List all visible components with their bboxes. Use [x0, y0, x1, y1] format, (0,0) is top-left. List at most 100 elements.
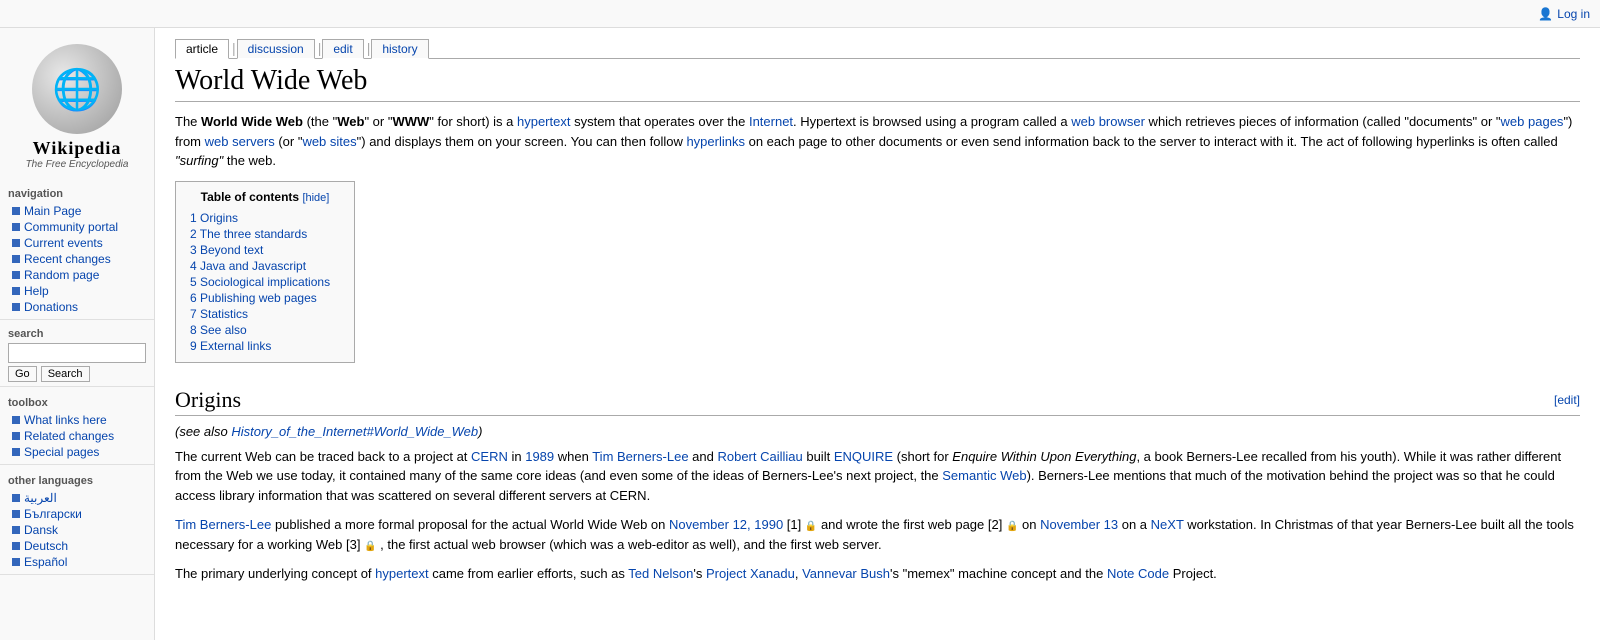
- search-input[interactable]: [8, 343, 146, 363]
- sidebar-item-what-links[interactable]: What links here: [0, 412, 154, 428]
- sidebar-item-german[interactable]: Deutsch: [0, 538, 154, 554]
- sidebar-item-community[interactable]: Community portal: [0, 219, 154, 235]
- special-pages-link[interactable]: Special pages: [24, 445, 99, 459]
- web-pages-link[interactable]: web pages: [1501, 114, 1564, 129]
- toc-item-5[interactable]: 5 Sociological implications: [190, 274, 340, 290]
- wikipedia-subtitle: The Free Encyclopedia: [4, 159, 150, 170]
- toc-title: Table of contents [hide]: [190, 190, 340, 204]
- toc-item-6[interactable]: 6 Publishing web pages: [190, 290, 340, 306]
- semantic-web-link[interactable]: Semantic Web: [942, 468, 1026, 483]
- toc-item-3[interactable]: 3 Beyond text: [190, 242, 340, 258]
- login-button[interactable]: 👤 Log in: [1538, 7, 1590, 21]
- bullet-icon: [12, 494, 20, 502]
- toc-item-4[interactable]: 4 Java and Javascript: [190, 258, 340, 274]
- content-area: article | discussion | edit | history Wo…: [155, 28, 1600, 640]
- table-of-contents: Table of contents [hide] 1 Origins 2 The…: [175, 181, 355, 363]
- nov-13-link[interactable]: November 13: [1040, 517, 1118, 532]
- danish-link[interactable]: Dansk: [24, 523, 58, 537]
- toolbox-section: toolbox What links here Related changes …: [0, 391, 154, 465]
- search-button[interactable]: Search: [41, 366, 90, 382]
- arabic-link[interactable]: العربية: [24, 491, 57, 505]
- cern-link[interactable]: CERN: [471, 449, 508, 464]
- web-servers-link[interactable]: web servers: [205, 134, 275, 149]
- sidebar-item-special-pages[interactable]: Special pages: [0, 444, 154, 460]
- sidebar-item-bulgarian[interactable]: Български: [0, 506, 154, 522]
- sidebar-item-arabic[interactable]: العربية: [0, 490, 154, 506]
- origins-paragraph-3: The primary underlying concept of hypert…: [175, 564, 1580, 584]
- help-link[interactable]: Help: [24, 284, 49, 298]
- recent-changes-link[interactable]: Recent changes: [24, 252, 111, 266]
- toc-item-1[interactable]: 1 Origins: [190, 210, 340, 226]
- nov-12-link[interactable]: November 12, 1990: [669, 517, 783, 532]
- toc-item-9[interactable]: 9 External links: [190, 338, 340, 354]
- note-code-link[interactable]: Note Code: [1107, 566, 1169, 581]
- sidebar-item-related-changes[interactable]: Related changes: [0, 428, 154, 444]
- 1989-link[interactable]: 1989: [525, 449, 554, 464]
- surfing-em: "surfing": [175, 153, 223, 168]
- intro-paragraph: The World Wide Web (the "Web" or "WWW" f…: [175, 112, 1580, 171]
- sidebar-item-current-events[interactable]: Current events: [0, 235, 154, 251]
- wikipedia-globe: 🌐: [32, 44, 122, 134]
- go-button[interactable]: Go: [8, 366, 37, 382]
- current-events-link[interactable]: Current events: [24, 236, 103, 250]
- web-sites-link[interactable]: web sites: [302, 134, 356, 149]
- clearfix-div: [175, 181, 1580, 373]
- toc-item-8[interactable]: 8 See also: [190, 322, 340, 338]
- toc-item-2[interactable]: 2 The three standards: [190, 226, 340, 242]
- wikipedia-title: Wikipedia: [4, 138, 150, 159]
- sidebar-item-donations[interactable]: Donations: [0, 299, 154, 315]
- donations-link[interactable]: Donations: [24, 300, 78, 314]
- bullet-icon: [12, 207, 20, 215]
- hypertext-link[interactable]: hypertext: [517, 114, 570, 129]
- tim-berners-lee-link-2[interactable]: Tim Berners-Lee: [175, 517, 271, 532]
- random-page-link[interactable]: Random page: [24, 268, 99, 282]
- history-internet-link[interactable]: History_of_the_Internet#World_Wide_Web: [231, 424, 478, 439]
- german-link[interactable]: Deutsch: [24, 539, 68, 553]
- bullet-icon: [12, 526, 20, 534]
- bulgarian-link[interactable]: Български: [24, 507, 82, 521]
- ted-nelson-link[interactable]: Ted Nelson: [628, 566, 693, 581]
- toc-hide-button[interactable]: [hide]: [302, 192, 329, 204]
- lock-icon-2: 🔒: [1006, 519, 1018, 534]
- web-browser-link[interactable]: web browser: [1071, 114, 1145, 129]
- user-icon: 👤: [1538, 7, 1553, 21]
- see-also-note: (see also History_of_the_Internet#World_…: [175, 424, 1580, 439]
- sidebar-item-danish[interactable]: Dansk: [0, 522, 154, 538]
- internet-link[interactable]: Internet: [749, 114, 793, 129]
- bullet-icon: [12, 448, 20, 456]
- sidebar-item-recent-changes[interactable]: Recent changes: [0, 251, 154, 267]
- page-title: World Wide Web: [175, 65, 1580, 102]
- sidebar-item-spanish[interactable]: Español: [0, 554, 154, 570]
- tab-discussion[interactable]: discussion: [237, 39, 315, 59]
- tab-edit[interactable]: edit: [322, 39, 363, 59]
- bold-wwweb: World Wide Web: [201, 114, 303, 129]
- related-changes-link[interactable]: Related changes: [24, 429, 114, 443]
- project-xanadu-link[interactable]: Project Xanadu: [706, 566, 795, 581]
- search-title: search: [8, 328, 146, 340]
- sidebar-item-random-page[interactable]: Random page: [0, 267, 154, 283]
- bullet-icon: [12, 223, 20, 231]
- next-link[interactable]: NeXT: [1151, 517, 1184, 532]
- vannevar-bush-link[interactable]: Vannevar Bush: [802, 566, 890, 581]
- spanish-link[interactable]: Español: [24, 555, 67, 569]
- robert-cailliau-link[interactable]: Robert Cailliau: [717, 449, 802, 464]
- lock-icon-1: 🔒: [805, 519, 817, 534]
- header-bar: 👤 Log in: [0, 0, 1600, 28]
- main-page-link[interactable]: Main Page: [24, 204, 81, 218]
- enquire-full-em: Enquire Within Upon Everything: [952, 449, 1136, 464]
- bullet-icon: [12, 287, 20, 295]
- tab-divider-2: |: [318, 40, 322, 56]
- sidebar-item-help[interactable]: Help: [0, 283, 154, 299]
- tab-article[interactable]: article: [175, 39, 229, 59]
- tab-history[interactable]: history: [371, 39, 428, 59]
- community-portal-link[interactable]: Community portal: [24, 220, 118, 234]
- tim-berners-lee-link[interactable]: Tim Berners-Lee: [592, 449, 688, 464]
- toc-item-7[interactable]: 7 Statistics: [190, 306, 340, 322]
- hyperlinks-link[interactable]: hyperlinks: [686, 134, 745, 149]
- hypertext-link-2[interactable]: hypertext: [375, 566, 428, 581]
- page-wrapper: 🌐 Wikipedia The Free Encyclopedia naviga…: [0, 28, 1600, 640]
- what-links-here-link[interactable]: What links here: [24, 413, 107, 427]
- sidebar-item-main-page[interactable]: Main Page: [0, 203, 154, 219]
- enquire-link[interactable]: ENQUIRE: [834, 449, 893, 464]
- origins-edit-link[interactable]: [edit]: [1554, 393, 1580, 407]
